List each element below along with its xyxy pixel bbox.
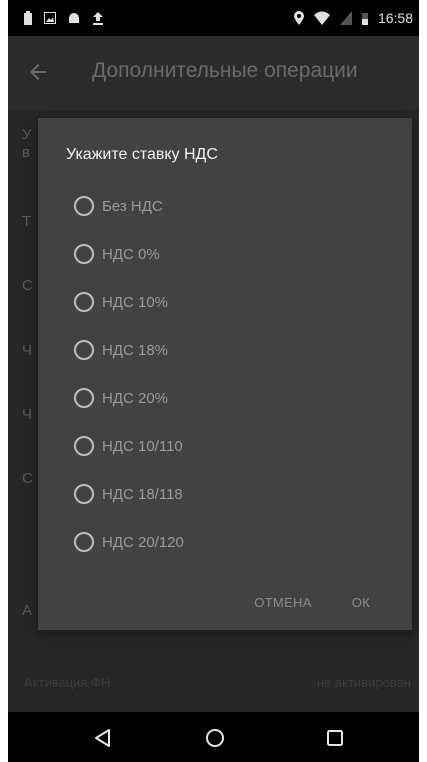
fn-activation-value: не активирован	[316, 675, 411, 690]
option-label: НДС 18%	[102, 341, 169, 359]
radio-option-vat-18-118[interactable]: НДС 18/118	[74, 470, 374, 518]
bg-row-label: С	[22, 277, 33, 294]
status-left-icons	[24, 11, 104, 25]
battery-icon	[361, 13, 368, 25]
image-icon	[44, 12, 56, 24]
bg-row-label: С	[22, 470, 33, 487]
radio-button-icon[interactable]	[74, 388, 94, 408]
status-time: 16:58	[377, 10, 413, 26]
vat-options-list: Без НДС НДС 0% НДС 10% НДС 18% НДС 20% Н…	[74, 182, 374, 566]
radio-option-vat-20-120[interactable]: НДС 20/120	[74, 518, 374, 566]
radio-button-icon[interactable]	[74, 532, 94, 552]
fn-activation-row: Активация ФН не активирован	[24, 675, 411, 690]
home-circle-icon[interactable]	[204, 727, 226, 749]
bg-row-label: А	[22, 602, 33, 619]
vat-rate-dialog: Укажите ставку НДС Без НДС НДС 0% НДС 10…	[38, 118, 412, 630]
option-label: НДС 10/110	[102, 437, 183, 455]
battery-saver-icon	[24, 11, 32, 25]
radio-option-vat-18[interactable]: НДС 18%	[74, 326, 374, 374]
option-label: Без НДС	[102, 197, 163, 215]
option-label: НДС 20/120	[102, 533, 184, 551]
option-label: НДС 10%	[102, 293, 169, 311]
phone-screen: 16:58 Дополнительные операции У в Т С Ч …	[8, 0, 419, 762]
status-right-icons: 16:58	[293, 10, 413, 26]
ok-button[interactable]: ОК	[352, 595, 370, 610]
radio-button-icon[interactable]	[74, 292, 94, 312]
dialog-title: Укажите ставку НДС	[66, 146, 218, 163]
radio-button-icon[interactable]	[74, 436, 94, 456]
upload-icon	[93, 12, 103, 25]
recents-square-icon[interactable]	[324, 727, 346, 749]
system-nav-bar	[8, 712, 419, 762]
bg-row-label: Ч	[22, 342, 32, 359]
fn-activation-label: Активация ФН	[24, 675, 111, 690]
status-bar: 16:58	[8, 0, 419, 36]
option-label: НДС 20%	[102, 389, 169, 407]
app-bar: Дополнительные операции	[8, 36, 419, 110]
radio-option-vat-20[interactable]: НДС 20%	[74, 374, 374, 422]
back-triangle-icon[interactable]	[92, 727, 114, 749]
radio-option-vat-10[interactable]: НДС 10%	[74, 278, 374, 326]
page-title: Дополнительные операции	[92, 59, 358, 82]
android-icon	[69, 13, 79, 23]
cancel-button[interactable]: ОТМЕНА	[254, 595, 311, 610]
location-icon	[293, 11, 304, 25]
radio-option-no-vat[interactable]: Без НДС	[74, 182, 374, 230]
dialog-actions: ОТМЕНА ОК	[254, 595, 370, 610]
bg-row-label: У	[22, 126, 32, 143]
bg-row-label: Т	[22, 213, 32, 230]
option-label: НДС 18/118	[102, 485, 183, 503]
radio-option-vat-0[interactable]: НДС 0%	[74, 230, 374, 278]
radio-button-icon[interactable]	[74, 244, 94, 264]
option-label: НДС 0%	[102, 245, 160, 263]
radio-button-icon[interactable]	[74, 196, 94, 216]
radio-option-vat-10-110[interactable]: НДС 10/110	[74, 422, 374, 470]
signal-icon	[339, 11, 352, 25]
radio-button-icon[interactable]	[74, 484, 94, 504]
bg-row-label: Ч	[22, 406, 32, 423]
radio-button-icon[interactable]	[74, 340, 94, 360]
back-arrow-icon[interactable]	[26, 60, 50, 84]
bg-row-label: в	[22, 144, 30, 161]
wifi-icon	[313, 11, 330, 25]
